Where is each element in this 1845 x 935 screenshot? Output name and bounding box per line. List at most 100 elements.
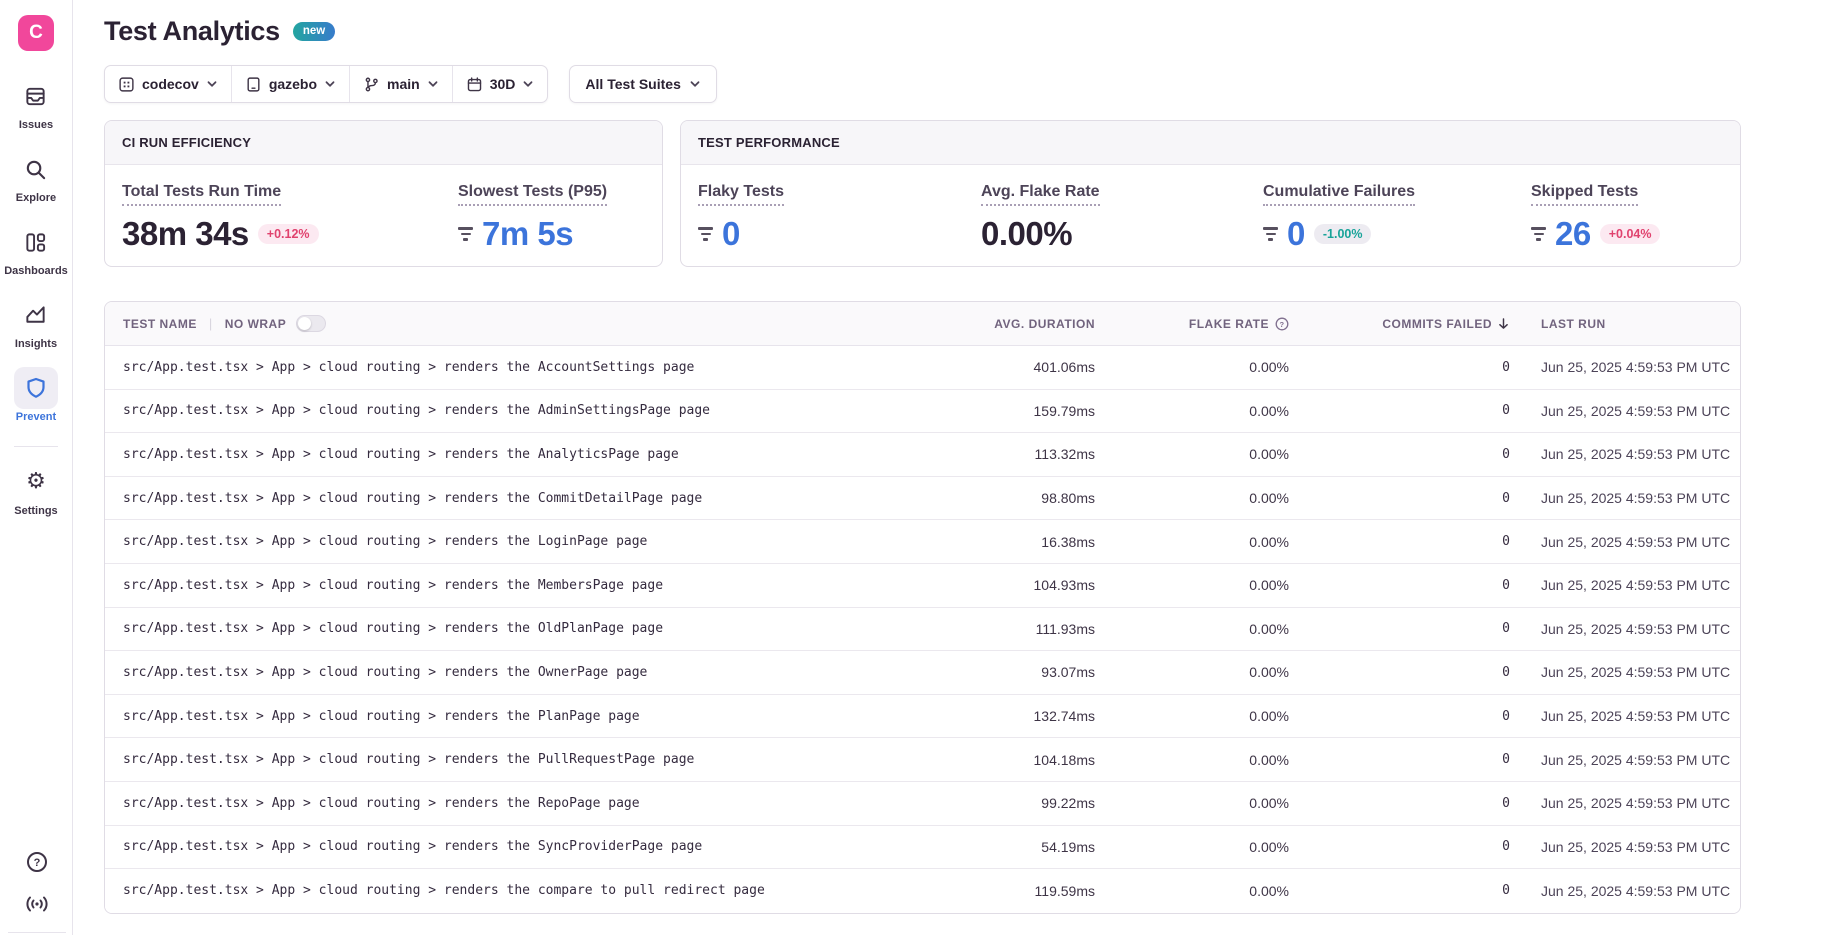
search-icon: [24, 158, 47, 181]
org-avatar[interactable]: C: [18, 15, 54, 51]
flake-rate-value: 0.00%: [1249, 708, 1289, 724]
flake-rate-help-icon[interactable]: ?: [1275, 317, 1289, 331]
flake-rate-value: 0.00%: [1249, 839, 1289, 855]
metric-avg-flake-rate: Avg. Flake Rate 0.00%: [964, 183, 1246, 253]
sidebar-nav: Issues Explore: [4, 75, 68, 534]
sidebar-item-dashboards[interactable]: Dashboards: [4, 221, 68, 277]
metric-value: 38m 34s: [122, 215, 249, 253]
flake-rate-value: 0.00%: [1249, 359, 1289, 375]
page-header: Test Analytics new: [104, 16, 1845, 47]
chevron-down-icon: [206, 78, 218, 90]
branch-selector[interactable]: main: [350, 66, 453, 102]
metric-label: Avg. Flake Rate: [981, 183, 1100, 206]
tests-table: TEST NAME | NO WRAP AVG. DURATION FLAKE …: [104, 301, 1741, 914]
filter-bar: codecov gazebo: [104, 65, 1845, 103]
test-name-link[interactable]: src/App.test.tsx > App > cloud routing >…: [123, 360, 694, 375]
header-separator: |: [209, 316, 213, 331]
summary-cards: CI RUN EFFICIENCY Total Tests Run Time 3…: [104, 120, 1845, 267]
dashboards-icon: [24, 231, 47, 254]
test-name-link[interactable]: src/App.test.tsx > App > cloud routing >…: [123, 839, 702, 854]
date-range-selector[interactable]: 30D: [453, 66, 548, 102]
broadcast-icon: [24, 893, 50, 915]
last-run-value: Jun 25, 2025 4:59:53 PM UTC: [1541, 446, 1730, 462]
metric-value-link[interactable]: 0: [722, 215, 740, 253]
flake-rate-value: 0.00%: [1249, 752, 1289, 768]
sidebar-item-prevent[interactable]: Prevent: [14, 367, 58, 423]
filter-funnel-icon[interactable]: [1263, 227, 1278, 241]
flake-rate-value: 0.00%: [1249, 621, 1289, 637]
sidebar-item-insights[interactable]: Insights: [14, 294, 58, 350]
repo-selector[interactable]: gazebo: [232, 66, 350, 102]
page-title: Test Analytics: [104, 16, 280, 47]
new-feature-badge: new: [293, 22, 335, 41]
org-selector[interactable]: codecov: [105, 66, 232, 102]
avg-duration-value: 98.80ms: [1041, 490, 1095, 506]
filter-funnel-icon[interactable]: [458, 227, 473, 241]
test-name-link[interactable]: src/App.test.tsx > App > cloud routing >…: [123, 403, 710, 418]
sidebar-item-settings[interactable]: ⚙ Settings: [14, 461, 58, 517]
last-run-value: Jun 25, 2025 4:59:53 PM UTC: [1541, 490, 1730, 506]
calendar-icon: [466, 76, 483, 93]
last-run-value: Jun 25, 2025 4:59:53 PM UTC: [1541, 839, 1730, 855]
col-avg-duration[interactable]: AVG. DURATION: [805, 317, 1095, 331]
broadcast-button[interactable]: [23, 890, 51, 918]
test-name-link[interactable]: src/App.test.tsx > App > cloud routing >…: [123, 796, 640, 811]
metric-skipped-tests: Skipped Tests 26 +0.04%: [1514, 183, 1740, 253]
commits-failed-value: 0: [1502, 447, 1510, 462]
no-wrap-label: NO WRAP: [225, 317, 287, 331]
test-suites-dropdown[interactable]: All Test Suites: [569, 65, 716, 103]
gear-icon: ⚙: [26, 471, 46, 493]
metric-label: Cumulative Failures: [1263, 183, 1415, 206]
table-row: src/App.test.tsx > App > cloud routing >…: [105, 433, 1740, 477]
test-name-link[interactable]: src/App.test.tsx > App > cloud routing >…: [123, 665, 647, 680]
sidebar-footer: ?: [0, 848, 73, 935]
sidebar-item-explore[interactable]: Explore: [14, 148, 58, 204]
commits-failed-value: 0: [1502, 578, 1510, 593]
metric-slowest-tests: Slowest Tests (P95) 7m 5s: [441, 183, 662, 253]
test-name-link[interactable]: src/App.test.tsx > App > cloud routing >…: [123, 621, 663, 636]
commits-failed-value: 0: [1502, 621, 1510, 636]
no-wrap-toggle[interactable]: [296, 315, 326, 332]
commits-failed-value: 0: [1502, 752, 1510, 767]
commits-failed-value: 0: [1502, 665, 1510, 680]
chevron-down-icon: [522, 78, 534, 90]
metric-label: Flaky Tests: [698, 183, 784, 206]
test-name-link[interactable]: src/App.test.tsx > App > cloud routing >…: [123, 883, 765, 898]
sidebar-item-label: Dashboards: [4, 265, 68, 277]
test-name-link[interactable]: src/App.test.tsx > App > cloud routing >…: [123, 709, 640, 724]
commits-failed-value: 0: [1502, 883, 1510, 898]
commits-failed-value: 0: [1502, 360, 1510, 375]
test-name-link[interactable]: src/App.test.tsx > App > cloud routing >…: [123, 578, 663, 593]
metric-value-link[interactable]: 7m 5s: [482, 215, 573, 253]
sidebar-item-label: Explore: [16, 192, 56, 204]
filter-funnel-icon[interactable]: [1531, 227, 1546, 241]
sidebar-item-label: Insights: [15, 338, 57, 350]
main-content: Test Analytics new codecov: [73, 0, 1845, 935]
metric-value-link[interactable]: 0: [1287, 215, 1305, 253]
col-last-run[interactable]: LAST RUN: [1510, 317, 1740, 331]
metric-label: Skipped Tests: [1531, 183, 1638, 206]
test-suites-label: All Test Suites: [585, 76, 680, 92]
test-name-link[interactable]: src/App.test.tsx > App > cloud routing >…: [123, 534, 647, 549]
col-flake-rate[interactable]: FLAKE RATE ?: [1095, 317, 1289, 331]
table-row: src/App.test.tsx > App > cloud routing >…: [105, 695, 1740, 739]
test-name-link[interactable]: src/App.test.tsx > App > cloud routing >…: [123, 447, 679, 462]
test-name-link[interactable]: src/App.test.tsx > App > cloud routing >…: [123, 752, 694, 767]
sidebar: C Issues Ex: [0, 0, 73, 935]
last-run-value: Jun 25, 2025 4:59:53 PM UTC: [1541, 534, 1730, 550]
avg-duration-value: 99.22ms: [1041, 795, 1095, 811]
issues-icon: [24, 85, 47, 108]
repo-selector-label: gazebo: [269, 76, 317, 92]
metric-value-link[interactable]: 26: [1555, 215, 1591, 253]
test-name-link[interactable]: src/App.test.tsx > App > cloud routing >…: [123, 491, 702, 506]
avg-duration-value: 104.93ms: [1034, 577, 1095, 593]
col-commits-failed[interactable]: COMMITS FAILED: [1289, 317, 1510, 331]
help-button[interactable]: ?: [23, 848, 51, 876]
table-row: src/App.test.tsx > App > cloud routing >…: [105, 869, 1740, 913]
flake-rate-value: 0.00%: [1249, 883, 1289, 899]
filter-funnel-icon[interactable]: [698, 227, 713, 241]
flake-rate-value: 0.00%: [1249, 403, 1289, 419]
flake-rate-value: 0.00%: [1249, 534, 1289, 550]
sidebar-item-issues[interactable]: Issues: [14, 75, 58, 131]
metric-cumulative-failures: Cumulative Failures 0 -1.00%: [1246, 183, 1514, 253]
